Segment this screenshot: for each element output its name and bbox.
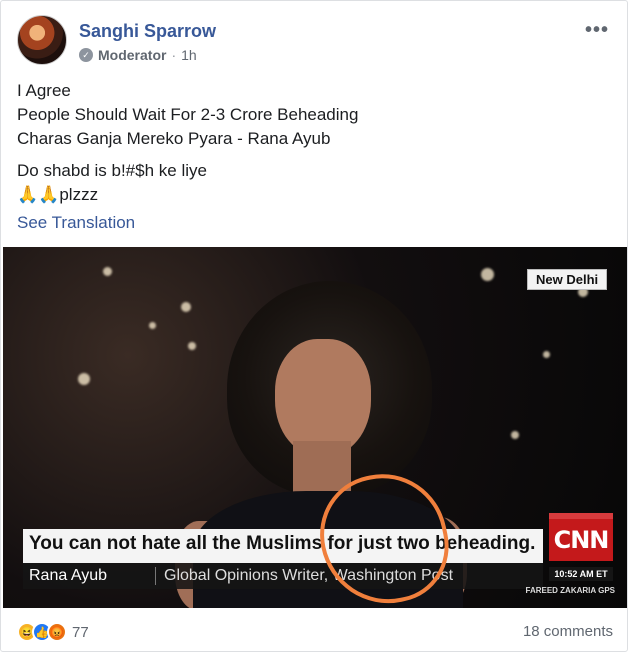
post-line: I Agree: [17, 81, 71, 100]
angry-icon: 😡: [47, 622, 67, 642]
separator-dot: ·: [171, 47, 177, 63]
bokeh-light: [481, 268, 494, 281]
bokeh-light: [103, 267, 112, 276]
post-time[interactable]: 1h: [181, 47, 197, 63]
show-name: FAREED ZAKARIA GPS: [525, 586, 616, 595]
face: [275, 339, 371, 457]
see-translation-link[interactable]: See Translation: [17, 213, 135, 233]
broadcast-time: 10:52 AM ET: [549, 567, 613, 581]
post-header: Sanghi Sparrow ✓ Moderator · 1h •••: [17, 15, 617, 71]
bokeh-light: [511, 431, 519, 439]
reactions-summary[interactable]: 😆 👍 😡 77: [17, 622, 89, 642]
member-role: Moderator: [98, 47, 167, 63]
moderator-shield-icon: ✓: [79, 48, 93, 62]
news-subtitle-bar: Rana Ayub Global Opinions Writer, Washin…: [23, 563, 543, 589]
bokeh-light: [543, 351, 550, 358]
news-headline-bar: You can not hate all the Muslims for jus…: [23, 529, 543, 563]
subject-name: Rana Ayub: [29, 567, 107, 584]
post-text: I Agree People Should Wait For 2-3 Crore…: [17, 79, 607, 207]
post-card: Sanghi Sparrow ✓ Moderator · 1h ••• I Ag…: [0, 0, 628, 652]
bokeh-light: [78, 373, 90, 385]
post-image[interactable]: New Delhi You can not hate all the Musli…: [3, 247, 627, 608]
post-meta: ✓ Moderator · 1h: [79, 47, 197, 63]
post-line: Do shabd is b!#$h ke liye: [17, 161, 207, 180]
bokeh-light: [149, 322, 156, 329]
news-headline: You can not hate all the Muslims for jus…: [29, 533, 536, 554]
location-tag: New Delhi: [527, 269, 608, 290]
avatar[interactable]: [17, 15, 67, 65]
reaction-count[interactable]: 77: [72, 624, 89, 641]
author-name[interactable]: Sanghi Sparrow: [79, 21, 216, 42]
more-options-icon[interactable]: •••: [585, 19, 609, 42]
post-line: Charas Ganja Mereko Pyara - Rana Ayub: [17, 129, 331, 148]
comments-count-link[interactable]: 18 comments: [523, 623, 613, 640]
post-line: People Should Wait For 2-3 Crore Beheadi…: [17, 105, 359, 124]
post-line: 🙏🙏plzzz: [17, 185, 99, 204]
post-footer: 😆 👍 😡 77 18 comments: [17, 621, 613, 645]
cnn-logo: CNN: [549, 513, 613, 561]
